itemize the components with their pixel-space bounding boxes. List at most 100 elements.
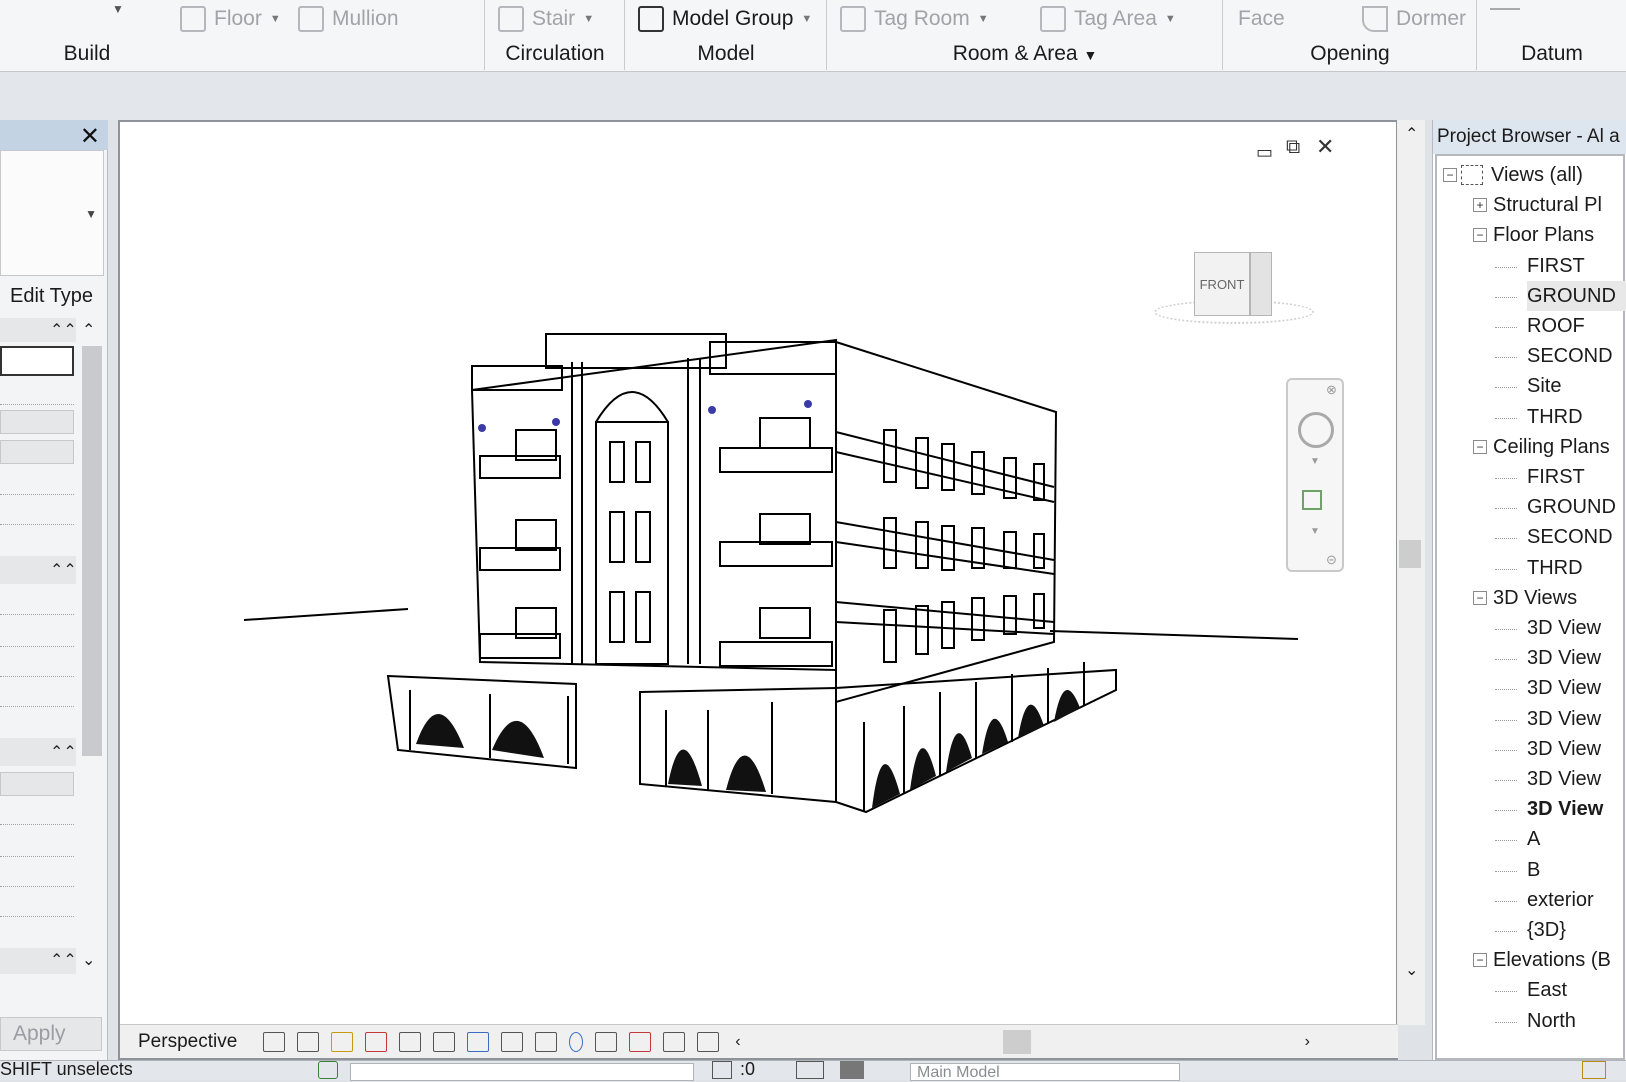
shadows-icon[interactable] bbox=[365, 1031, 388, 1052]
tree-item[interactable]: 3D View bbox=[1527, 734, 1601, 764]
scroll-up-icon[interactable]: ⌃ bbox=[1405, 124, 1418, 144]
panel-opening[interactable]: Opening bbox=[1224, 40, 1476, 68]
tree-item[interactable]: exterior bbox=[1527, 885, 1594, 915]
tree-item[interactable]: THRD bbox=[1527, 553, 1583, 583]
face-button[interactable]: Face bbox=[1238, 4, 1285, 34]
design-options-icon[interactable] bbox=[796, 1061, 824, 1079]
tree-item[interactable]: {3D} bbox=[1527, 915, 1566, 945]
worksharing-icon[interactable] bbox=[595, 1031, 618, 1052]
collapse-icon[interactable]: − bbox=[1473, 590, 1487, 605]
property-field[interactable] bbox=[0, 346, 74, 376]
collapse-icon[interactable]: − bbox=[1473, 953, 1487, 968]
tree-item[interactable]: Floor Plans bbox=[1493, 220, 1594, 250]
grid-icon[interactable] bbox=[1490, 0, 1520, 10]
horizontal-scroll-thumb[interactable] bbox=[1002, 1029, 1031, 1054]
design-option-dropdown[interactable]: Main Model bbox=[910, 1063, 1180, 1081]
tree-item[interactable]: 3D View bbox=[1527, 613, 1601, 643]
panel-circulation[interactable]: Circulation bbox=[486, 40, 624, 68]
dormer-button[interactable]: Dormer bbox=[1362, 4, 1466, 34]
dropdown-caret-icon[interactable]: ▼ bbox=[112, 2, 124, 16]
filter-icon[interactable] bbox=[1582, 1061, 1606, 1079]
tree-item[interactable]: SECOND bbox=[1527, 522, 1613, 552]
panel-room-area[interactable]: Room & Area ▼ bbox=[828, 40, 1222, 68]
workset-icon[interactable] bbox=[318, 1061, 338, 1079]
reveal-hidden-icon[interactable] bbox=[569, 1031, 584, 1052]
highlight-displacement-icon[interactable] bbox=[697, 1031, 720, 1052]
main-model-icon[interactable] bbox=[840, 1061, 864, 1079]
scroll-left-icon[interactable]: ‹ bbox=[735, 1033, 740, 1051]
temporary-hide-icon[interactable] bbox=[535, 1031, 558, 1052]
tree-item[interactable]: Ceiling Plans bbox=[1493, 432, 1610, 462]
analytical-model-icon[interactable] bbox=[629, 1031, 652, 1052]
property-field[interactable] bbox=[0, 440, 74, 464]
tag-room-button[interactable]: Tag Room ▼ bbox=[840, 4, 989, 34]
view-style-label[interactable]: Perspective bbox=[138, 1031, 237, 1053]
collapse-icon[interactable]: ⌃⌃ bbox=[50, 560, 77, 580]
crop-view-icon[interactable] bbox=[433, 1031, 456, 1052]
tree-item[interactable]: B bbox=[1527, 855, 1540, 885]
type-selector[interactable]: ▼ bbox=[0, 150, 104, 276]
building-model[interactable] bbox=[120, 122, 1396, 1022]
tree-item[interactable]: Views (all) bbox=[1491, 160, 1583, 190]
sun-path-icon[interactable] bbox=[331, 1031, 354, 1052]
tree-item[interactable]: GROUND bbox=[1527, 280, 1626, 311]
editable-only-icon[interactable] bbox=[712, 1061, 732, 1079]
scroll-up-icon[interactable]: ⌃ bbox=[82, 320, 95, 340]
panel-datum[interactable]: Datum bbox=[1478, 40, 1626, 68]
tree-item[interactable]: FIRST bbox=[1527, 462, 1585, 492]
close-icon[interactable]: ✕ bbox=[80, 122, 100, 151]
workset-dropdown[interactable] bbox=[350, 1063, 694, 1081]
tree-item[interactable]: 3D Views bbox=[1493, 583, 1577, 613]
collapse-icon[interactable]: − bbox=[1473, 439, 1487, 454]
scroll-down-icon[interactable]: ⌄ bbox=[82, 950, 95, 970]
viewport-scrollbar[interactable]: ⌃ ⌄ bbox=[1397, 120, 1425, 1025]
tree-item[interactable]: Structural Pl bbox=[1493, 190, 1602, 220]
tree-item[interactable]: Elevations (B bbox=[1493, 945, 1611, 975]
property-field[interactable] bbox=[0, 410, 74, 434]
tree-item[interactable]: GROUND bbox=[1527, 492, 1616, 522]
tree-item[interactable]: 3D View bbox=[1527, 794, 1603, 824]
tree-item[interactable]: SECOND bbox=[1527, 341, 1613, 371]
chevron-down-icon: ▼ bbox=[583, 13, 595, 25]
floor-button[interactable]: Floor ▼ bbox=[180, 4, 281, 34]
detail-level-icon[interactable] bbox=[263, 1031, 286, 1052]
show-crop-icon[interactable] bbox=[467, 1031, 490, 1052]
stair-button[interactable]: Stair ▼ bbox=[498, 4, 594, 34]
collapse-icon[interactable]: − bbox=[1443, 168, 1457, 182]
tree-item[interactable]: 3D View bbox=[1527, 704, 1601, 734]
tree-item[interactable]: 3D View bbox=[1527, 673, 1601, 703]
unlock-view-icon[interactable] bbox=[501, 1031, 524, 1052]
3d-viewport[interactable]: ▭ ⧉ ✕ Perspective FRONT ⊗ ▼ ▼ ⊝ bbox=[118, 120, 1398, 1060]
model-group-button[interactable]: Model Group ▼ bbox=[638, 4, 812, 34]
mullion-button[interactable]: Mullion bbox=[298, 4, 399, 34]
property-field[interactable] bbox=[0, 772, 74, 796]
tag-area-button[interactable]: Tag Area ▼ bbox=[1040, 4, 1176, 34]
tree-item[interactable]: ROOF bbox=[1527, 311, 1585, 341]
collapse-icon[interactable]: ⌃⌃ bbox=[50, 320, 77, 340]
scroll-thumb[interactable] bbox=[1399, 540, 1421, 568]
apply-button[interactable]: Apply bbox=[0, 1017, 102, 1051]
visual-style-icon[interactable] bbox=[297, 1031, 320, 1052]
tree-connector bbox=[1495, 749, 1517, 751]
tree-item[interactable]: 3D View bbox=[1527, 764, 1601, 794]
collapse-icon[interactable]: ⌃⌃ bbox=[50, 742, 77, 762]
constraints-icon[interactable] bbox=[663, 1031, 686, 1052]
scroll-right-icon[interactable]: › bbox=[1305, 1033, 1310, 1051]
expand-icon[interactable]: + bbox=[1473, 198, 1487, 213]
tree-item[interactable]: Site bbox=[1527, 371, 1561, 401]
tree-item[interactable]: FIRST bbox=[1527, 251, 1585, 281]
collapse-icon[interactable]: − bbox=[1473, 228, 1487, 243]
tree-item[interactable]: East bbox=[1527, 975, 1567, 1005]
panel-model[interactable]: Model bbox=[626, 40, 826, 68]
properties-scrollbar[interactable] bbox=[82, 346, 102, 756]
tree-item[interactable]: North bbox=[1527, 1006, 1576, 1036]
collapse-icon[interactable]: ⌃⌃ bbox=[50, 950, 77, 970]
tree-item[interactable]: A bbox=[1527, 824, 1540, 854]
scroll-down-icon[interactable]: ⌄ bbox=[1405, 960, 1418, 980]
edit-type-button[interactable]: Edit Type bbox=[0, 278, 104, 314]
panel-build[interactable]: Build bbox=[0, 40, 174, 68]
view-control-bar: Perspective ‹ › bbox=[120, 1024, 1398, 1058]
tree-item[interactable]: 3D View bbox=[1527, 643, 1601, 673]
render-icon[interactable] bbox=[399, 1031, 422, 1052]
tree-item[interactable]: THRD bbox=[1527, 402, 1583, 432]
